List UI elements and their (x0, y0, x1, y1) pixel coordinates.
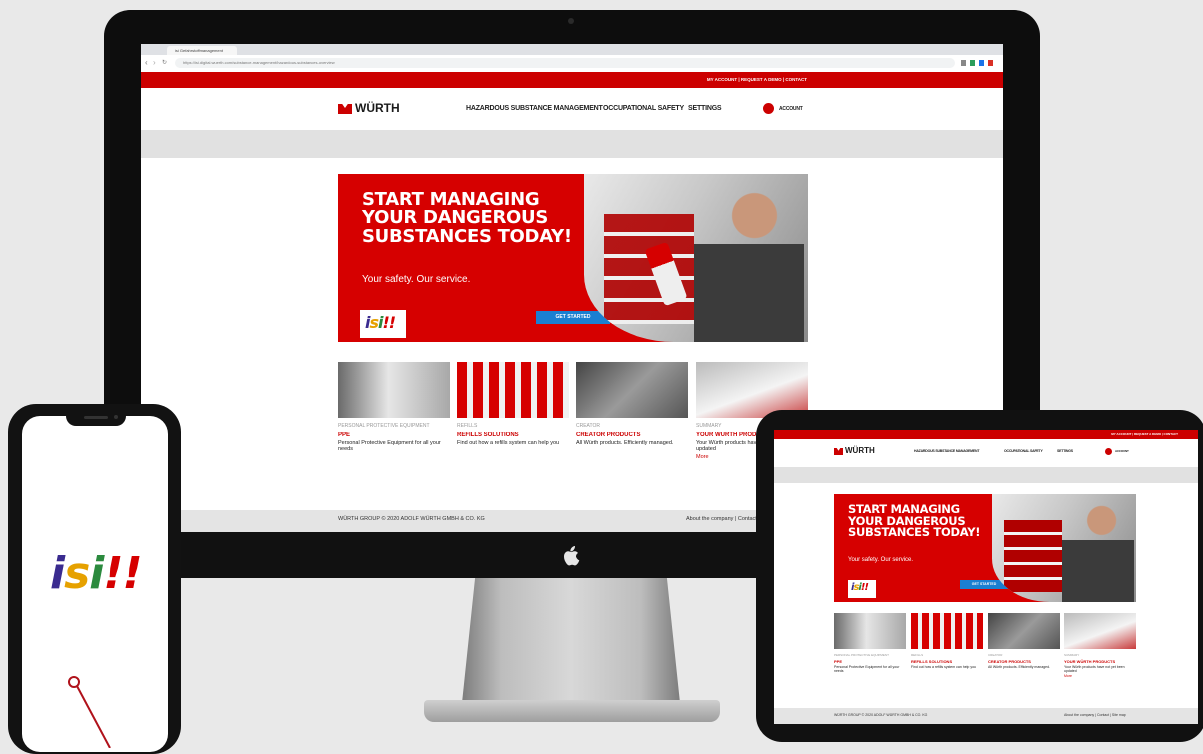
card-creator[interactable]: CREATOR CREATOR PRODUCTS All Würth produ… (576, 362, 688, 454)
ipad-hero-banner: START MANAGING YOUR DANGEROUS SUBSTANCES… (834, 494, 1136, 602)
card-title[interactable]: CREATOR PRODUCTS (576, 432, 688, 438)
card-image (457, 362, 569, 418)
iphone-camera (114, 415, 118, 419)
ipad-utility-links[interactable]: MY ACCOUNT | REQUEST A DEMO | CONTACT (1111, 430, 1178, 439)
ipad-footer: WÜRTH GROUP © 2020 ADOLF WÜRTH GMBH & CO… (774, 708, 1198, 724)
card-category: REFILLS (457, 423, 478, 429)
card-image (338, 362, 450, 418)
ipad-nav-hazardous[interactable]: HAZARDOUS SUBSTANCE MANAGEMENT (914, 449, 979, 453)
hero-photo (584, 174, 808, 342)
ipad-nav-occupational[interactable]: OCCUPATIONAL SAFETY (1004, 449, 1043, 453)
reload-icon[interactable]: ↻ (162, 58, 167, 68)
ipad-account-icon[interactable] (1105, 448, 1112, 455)
ipad-footer-links[interactable]: About the company | Contact | Site map (1064, 713, 1126, 717)
imac-base (424, 700, 720, 722)
extension-icons[interactable] (961, 60, 997, 66)
card-description: Find out how a refills system can help y… (457, 440, 560, 446)
ipad-nav-settings[interactable]: SETTINGS (1057, 449, 1073, 453)
ipad-card-category: REFILLS (911, 653, 924, 657)
ipad-card-ppe[interactable]: PERSONAL PROTECTIVE EQUIPMENT PPE Person… (834, 613, 906, 674)
shelf-graphic (604, 214, 694, 324)
back-icon[interactable]: ‹ (145, 58, 148, 68)
card-description: All Würth products. Efficiently managed. (576, 440, 674, 446)
ipad-hero-subtitle: Your safety. Our service. (848, 557, 914, 563)
browser-tab[interactable]: isi Gefahrstoffmanagement (167, 46, 237, 55)
wurth-logo-icon[interactable] (338, 104, 352, 114)
site-header: WÜRTH HAZARDOUS SUBSTANCE MANAGEMENT OCC… (141, 88, 1003, 130)
address-bar[interactable]: https://isi.digital.wuerth.com/substance… (175, 58, 955, 68)
iphone-speaker (84, 416, 108, 419)
ipad-isi-badge: isi!! (848, 580, 876, 598)
account-label[interactable]: ACCOUNT (779, 106, 803, 112)
ipad-card-title[interactable]: YOUR WÜRTH PRODUCTS (1064, 659, 1136, 664)
card-ppe[interactable]: PERSONAL PROTECTIVE EQUIPMENT PPE Person… (338, 362, 450, 454)
ipad-card-image (1064, 613, 1136, 649)
ipad-subnav-band (774, 467, 1198, 483)
ipad-card-image (911, 613, 983, 649)
person-graphic (694, 184, 804, 342)
nav-settings[interactable]: SETTINGS (688, 105, 722, 112)
isi-badge-logo: isi!! (365, 313, 396, 332)
ipad-card-creator[interactable]: CREATOR CREATOR PRODUCTS All Würth produ… (988, 613, 1060, 674)
iphone-isi-logo: isi!! (50, 548, 143, 599)
ipad-card-refills[interactable]: REFILLS REFILLS SOLUTIONS Find out how a… (911, 613, 983, 674)
utility-links[interactable]: MY ACCOUNT | REQUEST A DEMO | CONTACT (707, 72, 807, 88)
imac-stand (462, 578, 680, 703)
nav-hazardous-substance-management[interactable]: HAZARDOUS SUBSTANCE MANAGEMENT (466, 105, 603, 112)
ipad-card-category: CREATOR (988, 653, 1003, 657)
ipad-card-your-products[interactable]: SUMMARY YOUR WÜRTH PRODUCTS Your Würth p… (1064, 613, 1136, 678)
footer-copyright: WÜRTH GROUP © 2020 ADOLF WÜRTH GMBH & CO… (338, 516, 485, 522)
browser-tab-strip: isi Gefahrstoffmanagement (141, 44, 1003, 55)
card-title[interactable]: PPE (338, 432, 450, 438)
ipad-person-graphic (1062, 500, 1134, 602)
card-title[interactable]: REFILLS SOLUTIONS (457, 432, 569, 438)
ipad-header: WÜRTH HAZARDOUS SUBSTANCE MANAGEMENT OCC… (774, 439, 1198, 467)
ipad-card-category: SUMMARY (1064, 653, 1080, 657)
ipad-footer-copyright: WÜRTH GROUP © 2020 ADOLF WÜRTH GMBH & CO… (834, 713, 928, 717)
card-image (576, 362, 688, 418)
wurth-logo-text[interactable]: WÜRTH (355, 101, 400, 115)
ipad-isi-badge-logo: isi!! (851, 582, 869, 593)
ipad-card-image (988, 613, 1060, 649)
ipad-card-description: All Würth products. Efficiently managed. (988, 665, 1050, 669)
card-category: CREATOR (576, 423, 600, 429)
account-icon[interactable] (763, 103, 774, 114)
nav-occupational-safety[interactable]: OCCUPATIONAL SAFETY (603, 105, 684, 112)
ipad-screen: MY ACCOUNT | REQUEST A DEMO | CONTACT WÜ… (774, 430, 1198, 724)
forward-icon[interactable]: › (153, 58, 156, 68)
ipad-card-more-link[interactable]: More (1064, 674, 1136, 678)
ipad-card-description: Your Würth products have not yet been up… (1064, 665, 1125, 673)
hero-title: START MANAGING YOUR DANGEROUS SUBSTANCES… (362, 189, 572, 247)
ipad-utility-bar: MY ACCOUNT | REQUEST A DEMO | CONTACT (774, 430, 1198, 439)
annotation-pointer (68, 676, 111, 748)
utility-bar: MY ACCOUNT | REQUEST A DEMO | CONTACT (141, 72, 1003, 88)
ipad-card-title[interactable]: REFILLS SOLUTIONS (911, 659, 983, 664)
browser-toolbar: ‹ › ↻ https://isi.digital.wuerth.com/sub… (141, 55, 1003, 73)
hero-subtitle: Your safety. Our service. (362, 274, 471, 285)
subnav-band (141, 130, 1003, 158)
ipad-hero-photo (992, 494, 1136, 602)
isi-badge: isi!! (360, 310, 406, 338)
ipad-card-category: PERSONAL PROTECTIVE EQUIPMENT (834, 653, 889, 657)
card-category: PERSONAL PROTECTIVE EQUIPMENT (338, 423, 430, 429)
ipad-account-label[interactable]: ACCOUNT (1115, 449, 1129, 453)
hero-banner: START MANAGING YOUR DANGEROUS SUBSTANCES… (338, 174, 808, 342)
apple-logo-icon (562, 545, 582, 567)
card-refills[interactable]: REFILLS REFILLS SOLUTIONS Find out how a… (457, 362, 569, 454)
ipad-card-title[interactable]: CREATOR PRODUCTS (988, 659, 1060, 664)
ipad-card-title[interactable]: PPE (834, 659, 906, 664)
ipad-shelf-graphic (1004, 520, 1062, 592)
ipad-card-description: Personal Protective Equipment for all yo… (834, 665, 900, 673)
imac-camera (568, 18, 574, 24)
iphone-notch (66, 412, 126, 426)
ipad-hero-title: START MANAGING YOUR DANGEROUS SUBSTANCES… (848, 502, 981, 540)
ipad-wurth-logo-icon[interactable] (834, 448, 843, 455)
ipad-card-image (834, 613, 906, 649)
ipad-wurth-logo-text[interactable]: WÜRTH (845, 446, 875, 455)
card-description: Personal Protective Equipment for all yo… (338, 440, 441, 452)
ipad-card-description: Find out how a refills system can help y… (911, 665, 976, 669)
